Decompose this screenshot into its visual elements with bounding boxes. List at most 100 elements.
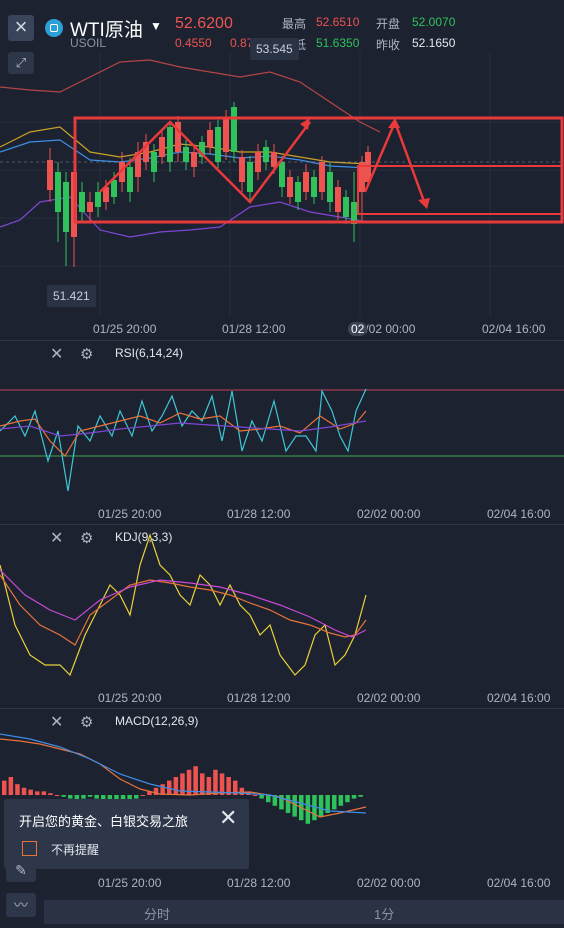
close-icon[interactable]: ✕ [219,805,237,831]
macd-histogram-bar [87,795,93,797]
candle-body [79,192,85,212]
time-label: 01/28 12:00 [227,507,291,521]
candle-body [63,182,69,232]
macd-histogram-bar [351,795,357,799]
macd-histogram-bar [15,784,20,795]
symbol-icon [45,19,63,37]
bollinger-upper-line [0,59,381,133]
close-icon[interactable]: ✕ [50,528,63,548]
macd-histogram-bar [292,795,297,817]
time-label: 01/28 12:00 [222,322,286,336]
main-chart-pane[interactable]: ⤢ 53.545 51.421 01/25 20:00 01/28 12:00 … [0,38,564,340]
macd-histogram-bar [61,795,66,797]
expand-icon[interactable]: ⤢ [8,52,34,74]
macd-histogram-bar [35,791,40,795]
gear-icon[interactable]: ⚙ [80,713,93,731]
rsi-pane[interactable]: ✕ ⚙ RSI(6,14,24) 01/25 20:00 01/28 12:00… [0,341,564,524]
open-label: 开盘 [376,17,401,31]
period-tabbar: 分时 1分 [44,900,564,924]
candle-body [335,187,341,212]
caret-down-icon[interactable]: ▼ [150,19,162,33]
dont-remind-label[interactable]: 不再提醒 [51,841,99,858]
time-label: 02/04 16:00 [487,876,551,890]
kdj-title: KDJ(9,3,3) [115,530,173,544]
popup-title: 开启您的黄金、白银交易之旅 [19,814,189,829]
time-label: 01/25 20:00 [98,691,162,705]
macd-histogram-bar [193,766,198,795]
low-price-tag: 51.421 [47,285,96,307]
macd-histogram-bar [173,777,179,795]
high-value: 52.6510 [316,15,360,29]
time-label: 02/04 16:00 [482,322,546,336]
candle-body [287,177,293,197]
macd-histogram-bar [180,773,185,795]
dont-remind-checkbox[interactable] [22,841,37,856]
macd-histogram-bar [2,780,7,795]
candle-body [263,147,269,162]
candle-body [327,172,333,202]
indicator-icon[interactable]: 〰 [6,893,36,917]
prev-close-label: 昨收 [376,38,401,52]
close-icon[interactable]: ✕ [50,344,63,364]
candle-body [231,107,237,152]
high-price-tag: 53.545 [250,38,299,60]
chart-app: × WTI原油 ▼ USOIL 52.6200 0.4550 0.87% 最高 … [0,0,564,928]
time-label: 02/04 16:00 [487,507,551,521]
gear-icon[interactable]: ⚙ [80,345,93,363]
tab-1min[interactable]: 1分 [374,904,394,923]
kdj-chart[interactable] [0,525,564,708]
candle-body [215,127,221,162]
macd-histogram-bar [213,769,218,795]
rsi-line [0,388,367,492]
macd-histogram-bar [252,795,258,796]
macd-histogram-bar [358,795,363,797]
time-label: 01/25 20:00 [98,507,162,521]
macd-histogram-bar [332,795,337,810]
time-label: 02/02 00:00 [357,691,421,705]
annotation-arrowhead [418,198,430,209]
tab-timeshare[interactable]: 分时 [144,904,170,923]
candle-body [295,182,301,202]
candle-body [319,162,325,192]
high-label: 最高 [282,17,307,31]
annotation-box [357,165,563,215]
rsi-chart[interactable] [0,341,564,524]
candle-body [343,197,349,217]
prev-close-value: 52.1650 [412,36,456,50]
candle-body [247,162,253,192]
macd-histogram-bar [54,795,60,796]
candle-body [95,192,101,207]
kdj-pane[interactable]: ✕ ⚙ KDJ(9,3,3) 01/25 20:00 01/28 12:00 0… [0,525,564,708]
macd-histogram-bar [285,795,291,813]
time-label: 01/28 12:00 [227,876,291,890]
macd-histogram-bar [140,795,146,796]
draw-pen-icon[interactable]: ✎ [6,858,36,882]
macd-title: MACD(12,26,9) [115,714,199,728]
candle-body [111,180,117,197]
candle-body [207,130,213,147]
candle-body [223,117,229,152]
candle-body [271,152,277,167]
macd-histogram-bar [318,795,324,817]
candle-body [127,167,133,192]
time-label: 02/02 00:00 [357,876,421,890]
kdj-k-line [0,574,367,646]
last-price: 52.6200 [175,15,233,32]
close-icon[interactable]: × [8,15,34,41]
symbol-code: USOIL [70,36,107,50]
gear-icon[interactable]: ⚙ [80,529,93,547]
macd-histogram-bar [345,795,350,803]
price-change: 0.4550 [175,36,212,50]
macd-histogram-bar [8,777,14,795]
candle-body [311,177,317,197]
time-label: 01/28 12:00 [227,691,291,705]
promo-popup: 开启您的黄金、白银交易之旅 ✕ 不再提醒 [4,799,249,869]
macd-histogram-bar [41,791,47,795]
close-icon[interactable]: ✕ [50,712,63,732]
candle-body [55,172,61,212]
time-label: 02/02 00:00 [357,507,421,521]
kdj-j-line [0,533,367,677]
candle-body [303,172,309,192]
time-label: 02/04 16:00 [487,691,551,705]
macd-histogram-bar [305,795,311,824]
